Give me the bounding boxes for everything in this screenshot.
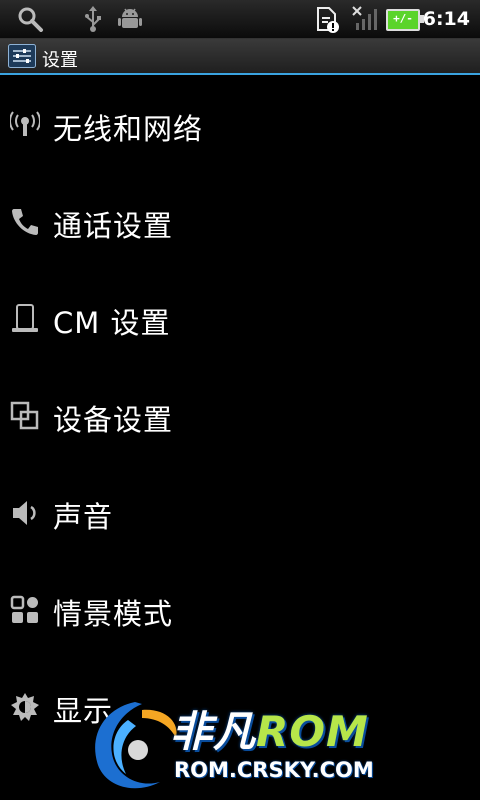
watermark-brand-cn: 非凡: [170, 707, 257, 756]
speaker-icon: [13, 501, 36, 525]
settings-item-sound[interactable]: 声音: [0, 464, 480, 561]
settings-item-label: 声音: [53, 500, 114, 534]
watermark-brand: 非凡ROM: [170, 698, 369, 759]
settings-item-label: 无线和网络: [53, 112, 204, 146]
search-icon: [18, 7, 43, 32]
settings-item-label: 情景模式: [53, 597, 174, 631]
settings-item-profiles[interactable]: 情景模式: [0, 561, 480, 658]
battery-charging-icon: +/-: [386, 9, 424, 31]
watermark-brand-rom: ROM: [256, 707, 369, 756]
settings-item-call[interactable]: 通话设置: [0, 173, 480, 270]
phone-icon: [12, 209, 38, 235]
settings-sliders-icon: [8, 44, 36, 68]
overlap-squares-icon: [10, 401, 39, 430]
no-signal-icon: [352, 6, 377, 30]
watermark-logo: 非凡ROM ROM.CRSKY.COM: [80, 690, 410, 800]
wireless-icon: [10, 111, 40, 136]
settings-item-cm[interactable]: CM 设置: [0, 270, 480, 367]
settings-list: 无线和网络 通话设置 CM 设置 设备设置 声音 情景模式 显示: [0, 76, 480, 755]
usb-icon: [85, 6, 101, 32]
settings-item-label: 设备设置: [53, 403, 174, 437]
settings-item-label: CM 设置: [53, 306, 171, 340]
status-bar: +/- 6:14: [0, 0, 480, 39]
grid-icon: [10, 595, 38, 623]
battery-label: +/-: [393, 12, 413, 25]
watermark-url: ROM.CRSKY.COM: [174, 758, 374, 782]
settings-item-device[interactable]: 设备设置: [0, 367, 480, 464]
settings-item-wireless[interactable]: 无线和网络: [0, 76, 480, 173]
status-clock: 6:14: [422, 8, 470, 30]
page-title: 设置: [42, 50, 78, 71]
android-debug-icon: [118, 8, 142, 28]
settings-item-label: 通话设置: [53, 209, 174, 243]
sd-card-alert-icon: [317, 7, 339, 33]
title-bar: 设置: [0, 39, 480, 75]
device-icon: [12, 304, 38, 332]
brightness-icon: [11, 693, 39, 721]
